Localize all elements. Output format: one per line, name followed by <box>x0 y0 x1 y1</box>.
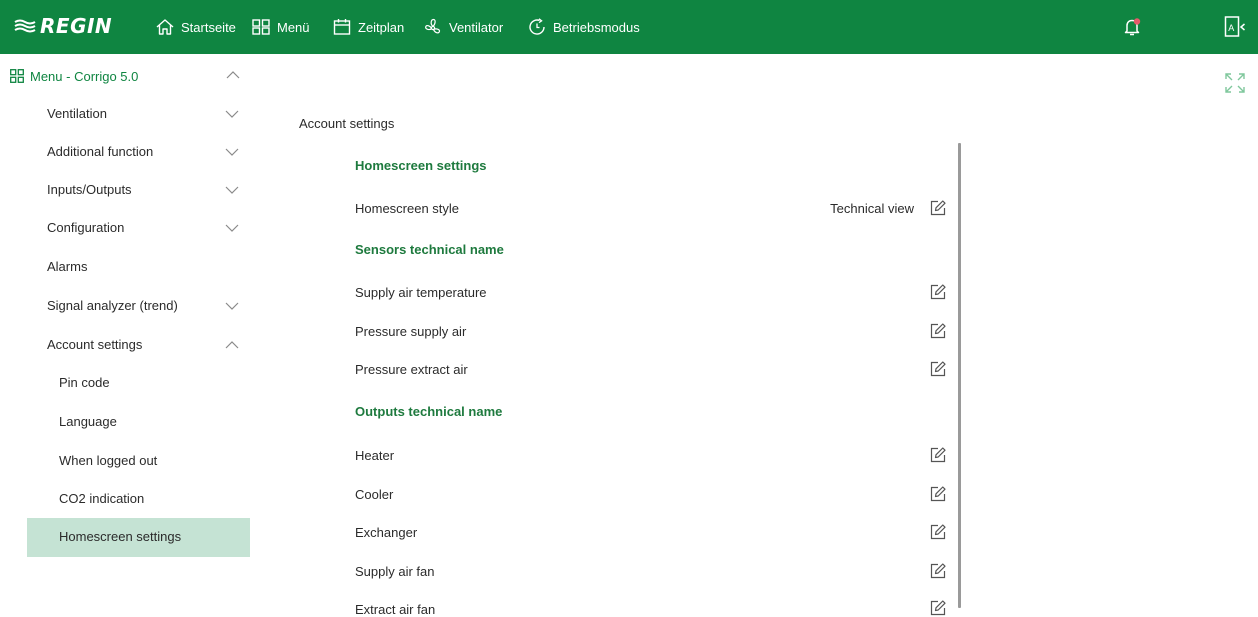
chevron-up-icon[interactable] <box>226 71 240 79</box>
section-title: Account settings <box>299 116 395 131</box>
edit-icon[interactable] <box>929 599 947 617</box>
sidebar-subitem-co2-indication[interactable]: CO2 indication <box>59 489 144 509</box>
nav-betriebsmodus[interactable]: Betriebsmodus <box>527 0 640 54</box>
nav-label: Ventilator <box>449 19 504 35</box>
brand-name: REGIN <box>40 14 113 38</box>
mode-clock-icon <box>527 17 547 37</box>
top-bar: REGIN Startseite Menü Zeitplan Ventilato… <box>0 0 1258 54</box>
nav-menu[interactable]: Menü <box>251 0 310 54</box>
setting-value-homescreen-style: Technical view <box>830 201 914 216</box>
regin-logo[interactable]: REGIN <box>14 13 112 39</box>
nav-label: Betriebsmodus <box>553 19 640 35</box>
edit-icon[interactable] <box>929 485 947 503</box>
setting-label-pressure-extract-air: Pressure extract air <box>355 362 468 377</box>
sidebar-item-additional-function[interactable]: Additional function <box>47 142 153 162</box>
notification-bell-icon[interactable] <box>1121 16 1143 38</box>
fan-icon <box>423 17 443 37</box>
edit-icon[interactable] <box>929 283 947 301</box>
chevron-down-icon[interactable] <box>225 110 239 118</box>
setting-label-heater: Heater <box>355 448 395 463</box>
regin-waves-icon <box>14 19 36 33</box>
setting-label-supply-air-temperature: Supply air temperature <box>355 285 487 300</box>
sidebar-subitem-when-logged-out[interactable]: When logged out <box>59 451 157 471</box>
sidebar-root-menu[interactable]: Menu - Corrigo 5.0 <box>10 66 138 86</box>
edit-icon[interactable] <box>929 360 947 378</box>
edit-icon[interactable] <box>929 523 947 541</box>
group-heading-homescreen-settings: Homescreen settings <box>355 158 487 173</box>
group-heading-sensors-technical-name: Sensors technical name <box>355 242 504 257</box>
sidebar-subitem-pin-code[interactable]: Pin code <box>59 373 110 393</box>
sidebar-item-configuration[interactable]: Configuration <box>47 218 124 238</box>
chevron-down-icon[interactable] <box>225 186 239 194</box>
setting-label-cooler: Cooler <box>355 487 394 502</box>
sidebar-item-ventilation[interactable]: Ventilation <box>47 104 107 124</box>
logout-icon[interactable]: A <box>1224 15 1246 39</box>
svg-text:A: A <box>1228 23 1234 33</box>
expand-fullscreen-icon[interactable] <box>1223 71 1247 95</box>
setting-label-pressure-supply-air: Pressure supply air <box>355 324 467 339</box>
edit-icon[interactable] <box>929 322 947 340</box>
home-icon <box>155 17 175 37</box>
nav-ventilator[interactable]: Ventilator <box>423 0 503 54</box>
nav-zeitplan[interactable]: Zeitplan <box>332 0 404 54</box>
sidebar-item-alarms[interactable]: Alarms <box>47 257 87 277</box>
edit-icon[interactable] <box>929 199 947 217</box>
nav-label: Startseite <box>181 19 236 35</box>
calendar-icon <box>332 17 352 37</box>
sidebar-subitem-language[interactable]: Language <box>59 412 117 432</box>
nav-label: Zeitplan <box>358 19 405 35</box>
chevron-down-icon[interactable] <box>225 224 239 232</box>
grid-icon <box>10 69 24 83</box>
chevron-up-icon[interactable] <box>225 341 239 349</box>
setting-label-extract-air-fan: Extract air fan <box>355 602 436 617</box>
chevron-down-icon[interactable] <box>225 148 239 156</box>
setting-label-exchanger: Exchanger <box>355 525 418 540</box>
sidebar-item-account-settings[interactable]: Account settings <box>47 335 142 355</box>
setting-label-homescreen-style: Homescreen style <box>355 201 460 216</box>
setting-label-supply-air-fan: Supply air fan <box>355 564 435 579</box>
sidebar-item-signal-analyzer[interactable]: Signal analyzer (trend) <box>47 296 178 316</box>
chevron-down-icon[interactable] <box>225 302 239 310</box>
sidebar-item-inputs-outputs[interactable]: Inputs/Outputs <box>47 180 132 200</box>
group-heading-outputs-technical-name: Outputs technical name <box>355 404 503 419</box>
edit-icon[interactable] <box>929 562 947 580</box>
nav-label: Menü <box>277 19 310 35</box>
grid-icon <box>251 17 271 37</box>
nav-startseite[interactable]: Startseite <box>155 0 236 54</box>
sidebar-subitem-homescreen-settings[interactable]: Homescreen settings <box>59 527 181 547</box>
content-scrollbar[interactable] <box>958 143 961 608</box>
sidebar: Menu - Corrigo 5.0 Ventilation Additiona… <box>0 54 252 617</box>
sidebar-root-label: Menu - Corrigo 5.0 <box>30 68 139 84</box>
edit-icon[interactable] <box>929 446 947 464</box>
